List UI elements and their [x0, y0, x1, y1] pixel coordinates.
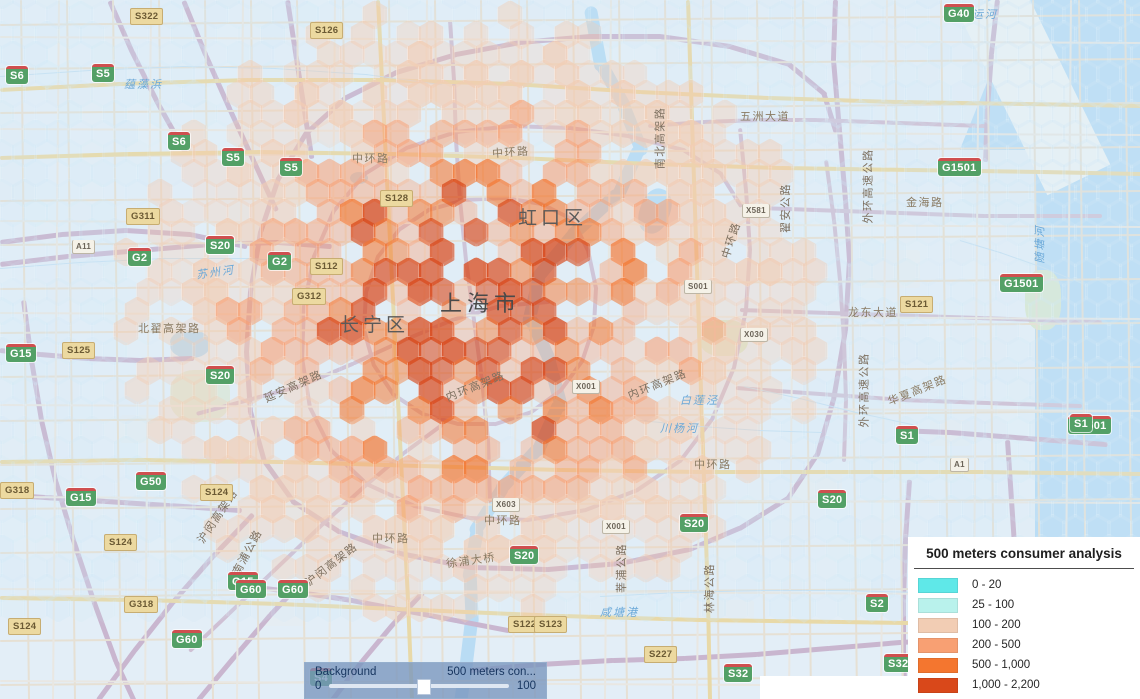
route-shield[interactable]: S20	[818, 490, 847, 508]
route-shield[interactable]: G50	[136, 472, 166, 490]
control-slider-row[interactable]: 0 100	[305, 678, 546, 695]
route-shield[interactable]: S20	[206, 366, 235, 384]
route-shield[interactable]: G2	[128, 248, 152, 266]
legend-swatch	[918, 657, 958, 673]
legend-item: 25 - 100	[908, 595, 1140, 615]
route-shield[interactable]: S322	[130, 8, 164, 25]
slider-min-value: 0	[315, 680, 322, 692]
route-shield[interactable]: G15	[6, 344, 36, 362]
route-shield[interactable]: G311	[126, 208, 160, 225]
legend-item-label: 200 - 500	[972, 639, 1021, 651]
legend-item-label: 500 - 1,000	[972, 659, 1031, 671]
route-shield[interactable]: G312	[292, 288, 327, 305]
control-left-label: Background	[315, 666, 377, 678]
legend-swatch	[918, 677, 958, 693]
legend-item: 100 - 200	[908, 615, 1140, 635]
slider-max-value: 100	[516, 680, 536, 692]
route-shield[interactable]: S1	[896, 426, 919, 444]
route-shield[interactable]: G1501	[938, 158, 981, 176]
route-shield[interactable]: X581	[742, 204, 770, 218]
route-shield[interactable]: S20	[206, 236, 235, 254]
control-labels-row: Background 500 meters con...	[305, 663, 546, 678]
map-application: 上海市 虹口区 长宁区 中环路 中环路 中环路 中环路 中环路 中环路 南北高架路 内环高架路 内环高…	[0, 0, 1140, 699]
control-right-label: 500 meters con...	[447, 666, 536, 678]
route-shield[interactable]: S1	[1070, 414, 1093, 432]
route-shield[interactable]: X001	[572, 380, 600, 394]
layer-opacity-control[interactable]: Background 500 meters con... 0 100	[304, 662, 547, 699]
slider-track[interactable]	[329, 679, 509, 695]
route-shield[interactable]: G15	[66, 488, 96, 506]
legend-panel: 500 meters consumer analysis 0 - 20 25 - …	[908, 537, 1140, 699]
route-shield[interactable]: X001	[602, 520, 630, 534]
route-shield[interactable]: S6	[6, 66, 29, 84]
legend-swatch	[918, 637, 958, 653]
route-shield[interactable]: S2	[866, 594, 889, 612]
route-shield[interactable]: S20	[680, 514, 709, 532]
legend-item: 200 - 500	[908, 635, 1140, 655]
route-shield[interactable]: S5	[280, 158, 303, 176]
route-shield[interactable]: G60	[172, 630, 202, 648]
route-shield[interactable]: G2	[268, 252, 292, 270]
route-shield[interactable]: S112	[310, 258, 343, 275]
route-shield[interactable]: G40	[944, 4, 974, 22]
route-shield[interactable]: G60	[278, 580, 308, 598]
route-shield[interactable]: G60	[236, 580, 266, 598]
route-shield[interactable]: S125	[62, 342, 96, 359]
route-shield[interactable]: S124	[104, 534, 138, 551]
slider-handle[interactable]	[416, 679, 431, 695]
legend-item-label: 0 - 20	[972, 579, 1002, 591]
route-shield[interactable]: G318	[124, 596, 159, 613]
route-shield[interactable]: S121	[900, 296, 934, 313]
route-shield[interactable]: A1	[950, 458, 969, 472]
legend-item: 500 - 1,000	[908, 655, 1140, 675]
route-shield[interactable]: S001	[684, 280, 712, 294]
legend-item: 1,000 - 2,200	[908, 675, 1140, 695]
route-shield[interactable]: S123	[534, 616, 568, 633]
route-shield[interactable]: S126	[310, 22, 344, 39]
legend-swatch	[918, 577, 958, 593]
route-shield[interactable]: S20	[510, 546, 539, 564]
route-shield[interactable]: S5	[222, 148, 245, 166]
route-shield[interactable]: S5	[92, 64, 115, 82]
route-shield[interactable]: X030	[740, 328, 768, 342]
legend-class-list: 0 - 20 25 - 100 100 - 200 200 - 500 500 - 1,…	[908, 575, 1140, 695]
route-shield[interactable]: G1501	[1000, 274, 1043, 292]
route-shield[interactable]: S124	[200, 484, 234, 501]
legend-swatch	[918, 597, 958, 613]
legend-item: 0 - 20	[908, 575, 1140, 595]
route-shield[interactable]: S227	[644, 646, 678, 663]
route-shield[interactable]: S6	[168, 132, 191, 150]
route-shield[interactable]: G318	[0, 482, 35, 499]
legend-item-label: 25 - 100	[972, 599, 1015, 611]
route-shield[interactable]: A11	[72, 240, 96, 254]
route-shield[interactable]: X603	[492, 498, 520, 512]
route-shield[interactable]: S124	[8, 618, 42, 635]
route-shield[interactable]: S32	[724, 664, 753, 682]
legend-swatch	[918, 617, 958, 633]
legend-title: 500 meters consumer analysis	[914, 537, 1134, 569]
legend-item-label: 1,000 - 2,200	[972, 679, 1040, 691]
route-shield[interactable]: S128	[380, 190, 414, 207]
legend-item-label: 100 - 200	[972, 619, 1021, 631]
